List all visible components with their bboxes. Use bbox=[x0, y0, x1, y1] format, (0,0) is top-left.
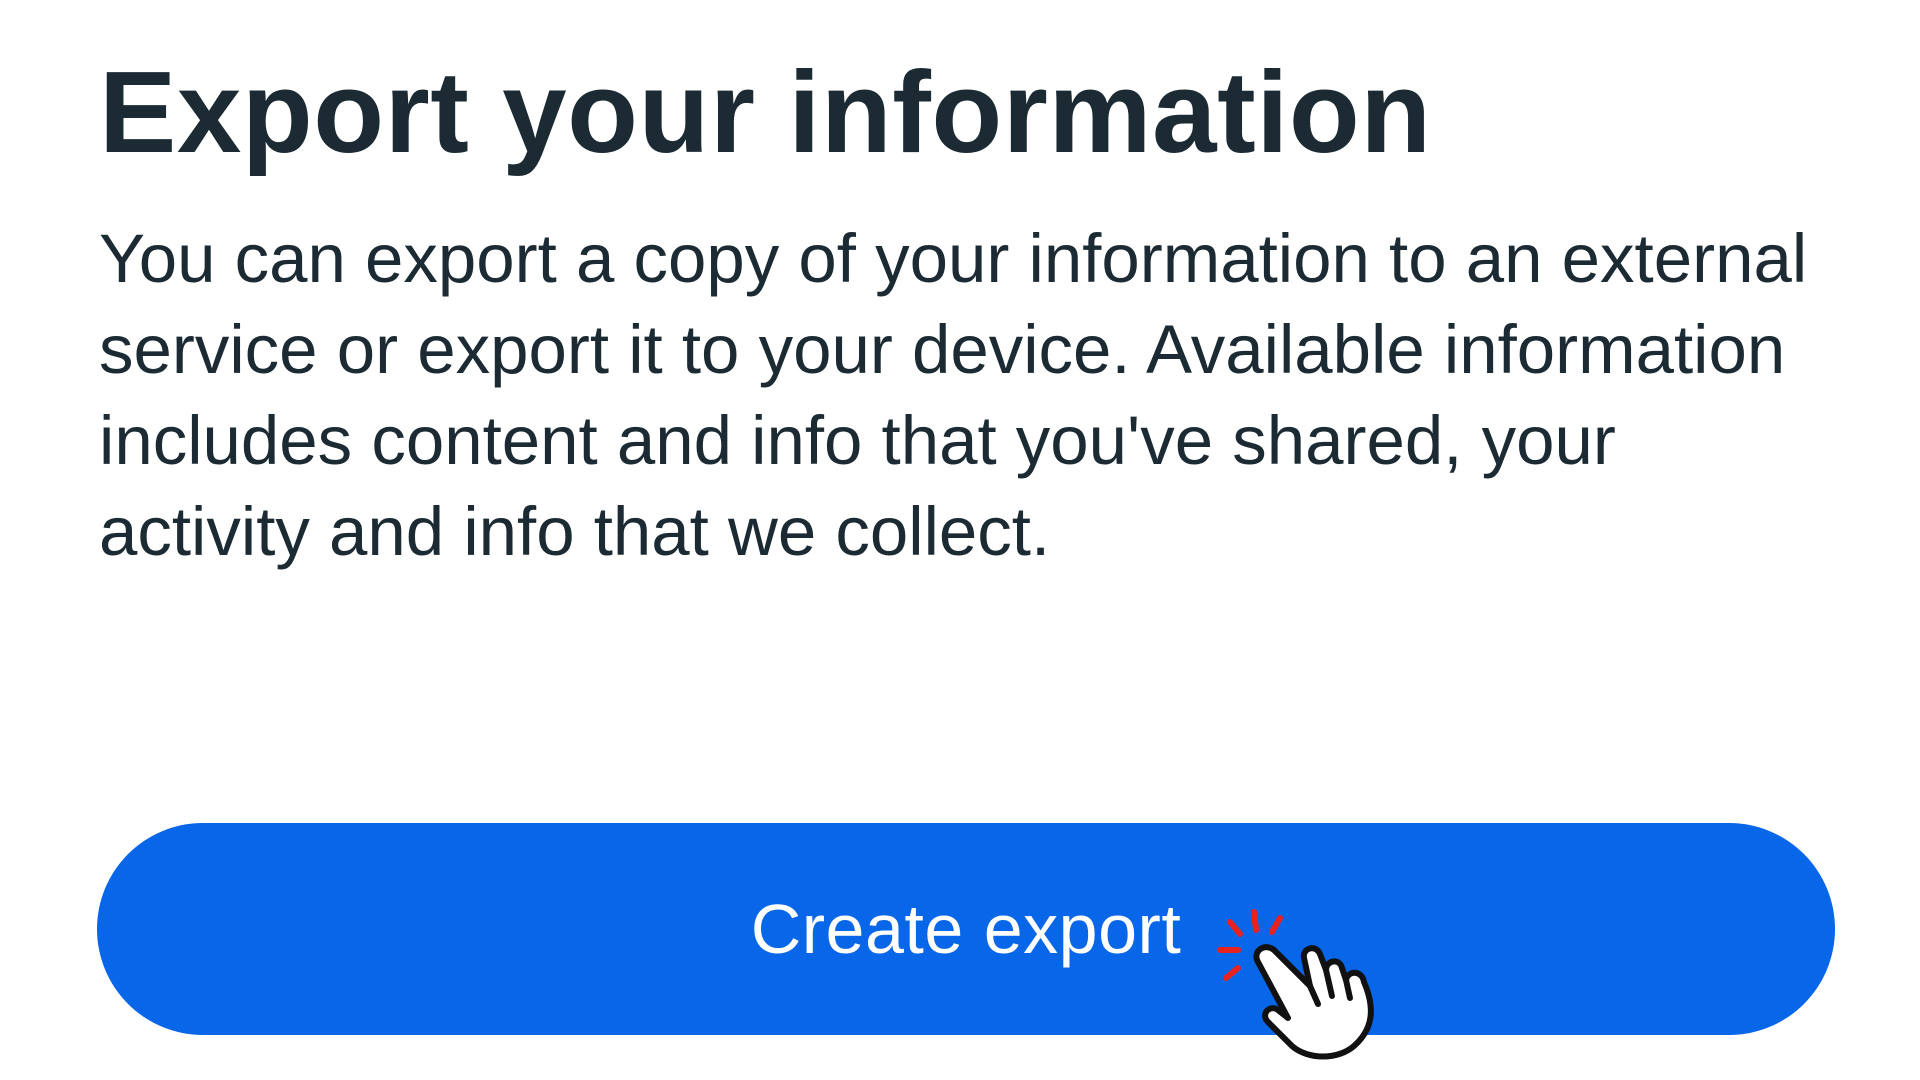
export-description: You can export a copy of your informatio… bbox=[99, 220, 1808, 570]
page-title: Export your information bbox=[99, 47, 1432, 177]
create-export-button-label: Create export bbox=[750, 890, 1182, 968]
export-information-screen: Export your information You can export a… bbox=[0, 0, 1920, 1080]
create-export-button[interactable]: Create export bbox=[97, 823, 1835, 1035]
